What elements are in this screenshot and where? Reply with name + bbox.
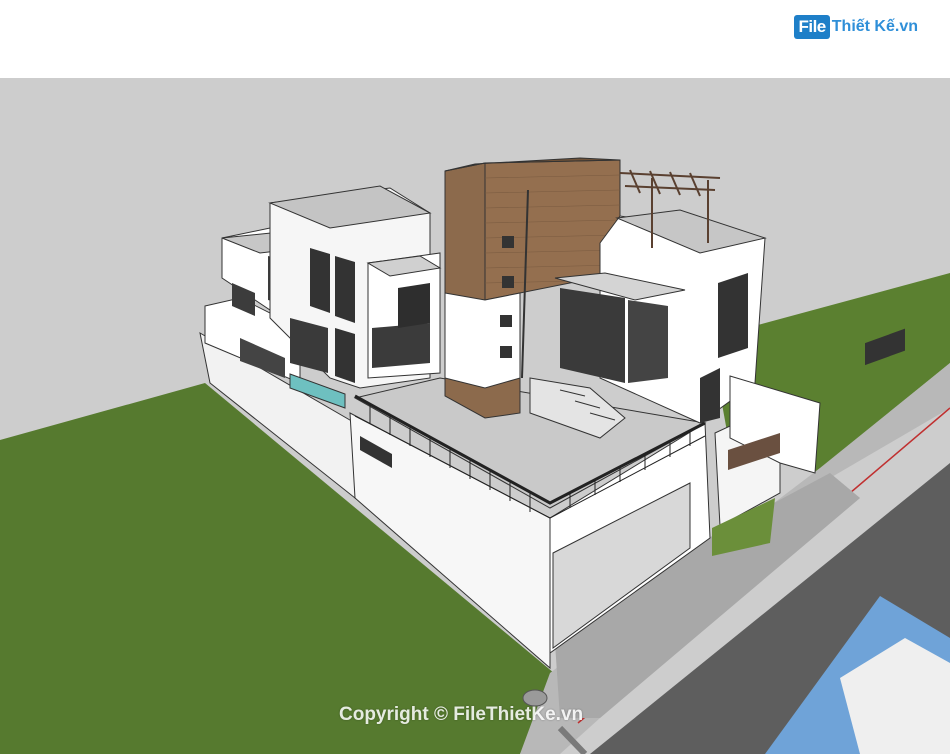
model-viewport[interactable] <box>0 78 950 754</box>
site-logo[interactable]: File Thiết Kế.vn <box>794 12 918 42</box>
tower-window2 <box>502 276 514 288</box>
tower-window3 <box>500 315 512 327</box>
logo-badge: File <box>794 15 830 39</box>
tower-window1 <box>502 236 514 248</box>
central-louver2 <box>310 248 330 313</box>
header-bar: File Thiết Kế.vn <box>0 0 950 79</box>
right-glass-right <box>628 300 668 383</box>
right-louver <box>718 273 748 358</box>
house-3d-render <box>0 78 950 754</box>
central-louver1 <box>335 256 355 323</box>
mid-window <box>398 283 430 328</box>
copyright-watermark: Copyright © FileThietKe.vn <box>339 704 584 725</box>
right-glass-left <box>560 288 625 383</box>
mid-balcony-glass <box>372 323 430 368</box>
logo-text: Thiết Kế.vn <box>831 18 918 35</box>
tower-window4 <box>500 346 512 358</box>
central-louver3 <box>335 328 355 383</box>
